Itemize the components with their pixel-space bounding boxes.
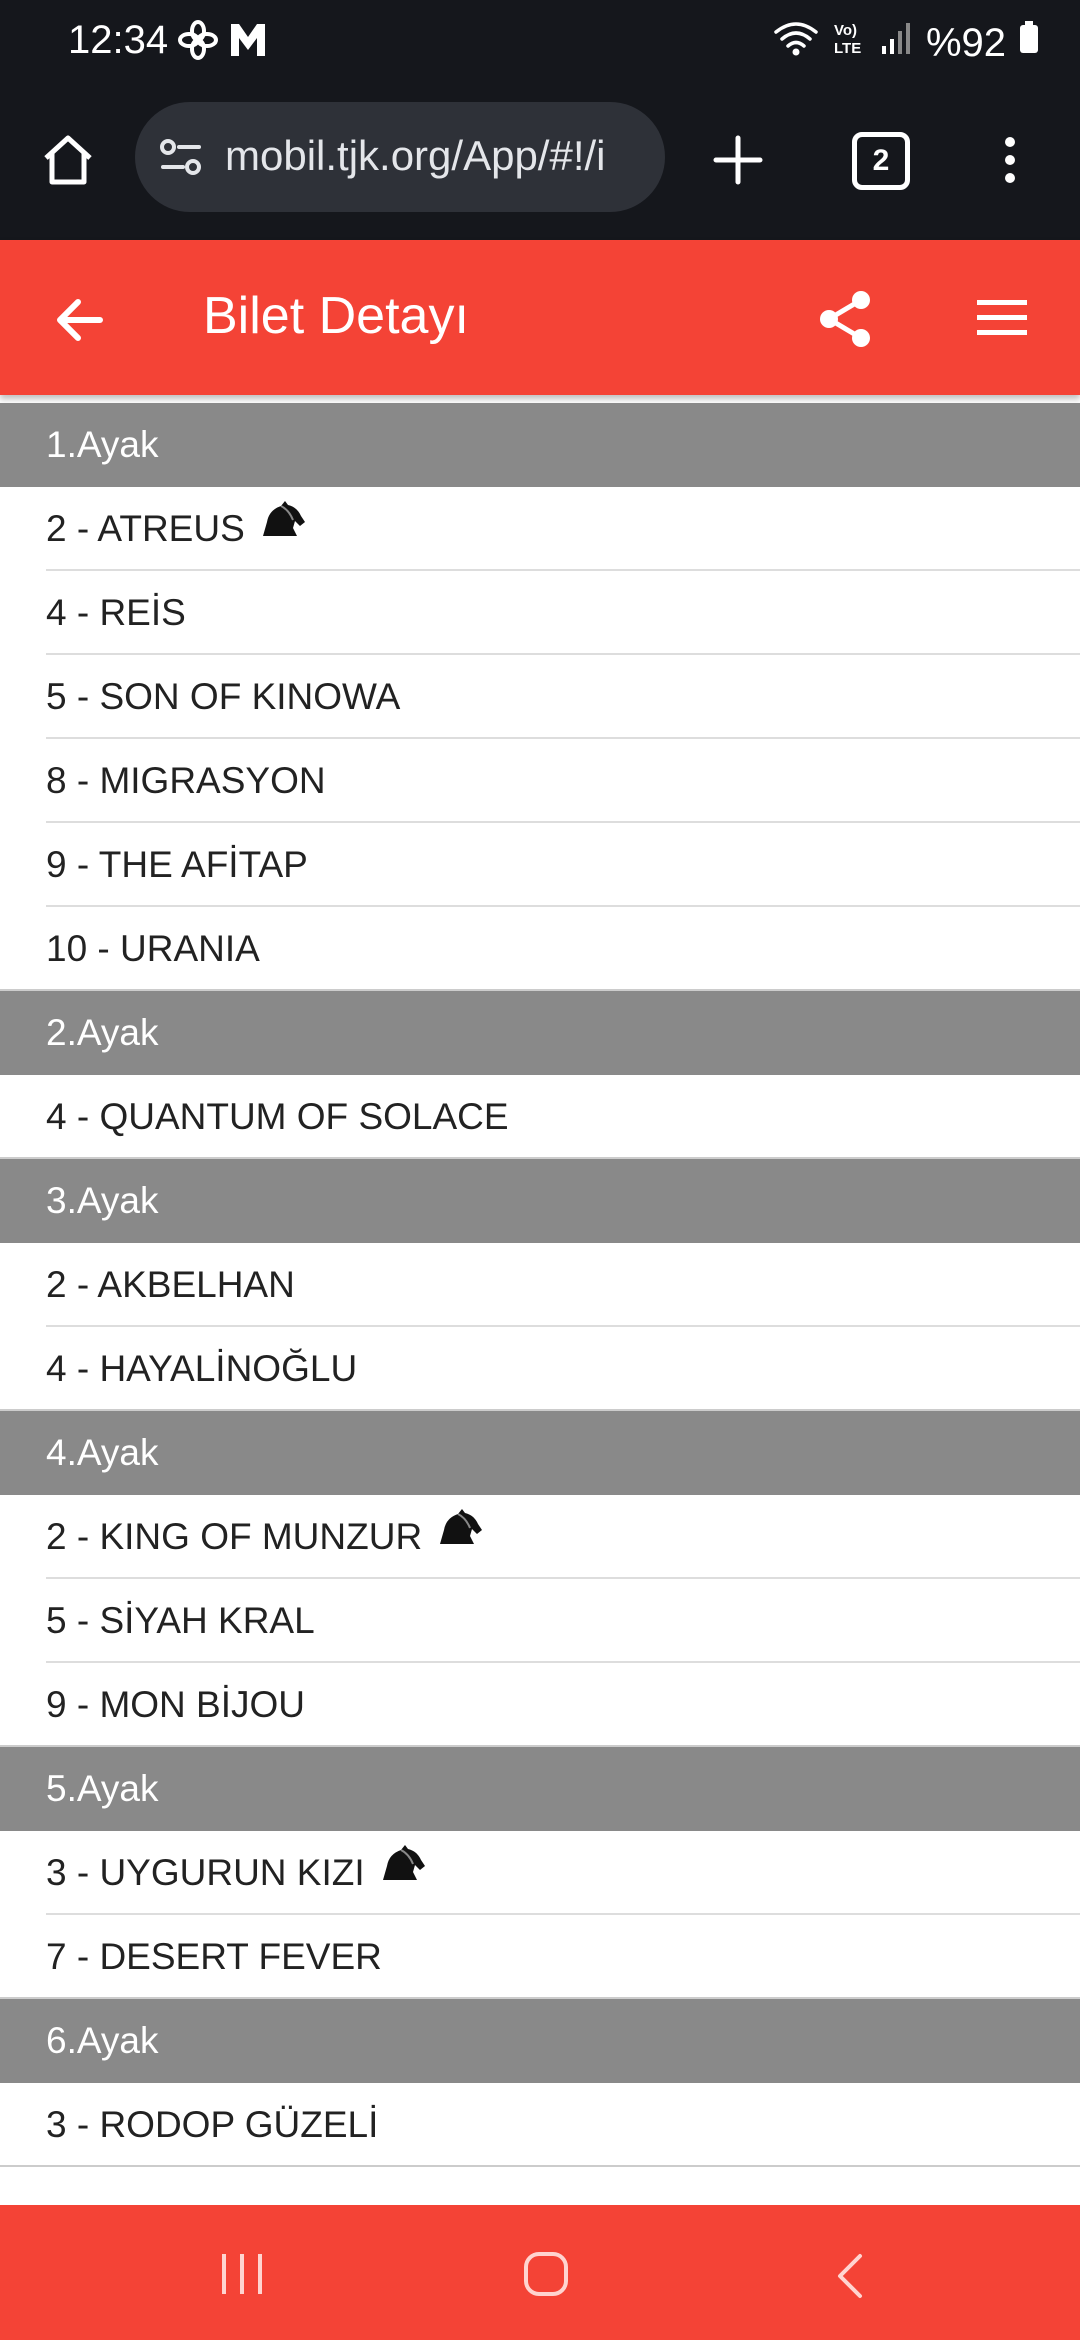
horse-row[interactable]: 10 - URANIA xyxy=(0,907,1080,991)
horse-row[interactable]: 4 - QUANTUM OF SOLACE xyxy=(0,1075,1080,1159)
hamburger-menu-icon[interactable] xyxy=(975,296,1029,340)
leg-header: 2.Ayak xyxy=(0,991,1080,1075)
horse-row[interactable]: 3 - UYGURUN KIZI xyxy=(0,1831,1080,1915)
horse-head-icon xyxy=(259,484,307,568)
gmail-icon xyxy=(228,20,268,65)
horse-row[interactable]: 2 - ATREUS xyxy=(0,487,1080,571)
horse-name: 3 - RODOP GÜZELİ xyxy=(46,2104,379,2145)
page-title: Bilet Detayı xyxy=(203,287,469,345)
horse-row[interactable]: 2 - KING OF MUNZUR xyxy=(0,1495,1080,1579)
horse-row[interactable]: 9 - MON BİJOU xyxy=(0,1663,1080,1747)
horse-row[interactable]: 2 - AKBELHAN xyxy=(0,1243,1080,1327)
battery-level: %92 xyxy=(925,20,1006,65)
horse-head-icon xyxy=(436,1492,484,1576)
leg-header: 1.Ayak xyxy=(0,403,1080,487)
horse-name: 5 - SON OF KINOWA xyxy=(46,676,401,717)
app-header: Bilet Detayı xyxy=(0,240,1080,395)
pinwheel-icon xyxy=(178,20,218,65)
row-divider xyxy=(0,1157,1080,1159)
svg-text:Vo): Vo) xyxy=(834,22,857,39)
address-bar[interactable]: mobil.tjk.org/App/#!/i xyxy=(135,102,665,212)
recents-icon[interactable] xyxy=(218,2252,268,2301)
horse-name: 9 - THE AFİTAP xyxy=(46,844,308,885)
share-icon[interactable] xyxy=(815,288,877,350)
horse-name: 8 - MIGRASYON xyxy=(46,760,326,801)
leg-header: 3.Ayak xyxy=(0,1159,1080,1243)
row-divider xyxy=(0,1745,1080,1747)
horse-name: 2 - AKBELHAN xyxy=(46,1264,295,1305)
leg-header: 4.Ayak xyxy=(0,1411,1080,1495)
home-icon[interactable] xyxy=(38,130,98,190)
ticket-leg-list: 1.Ayak 2 - ATREUS 4 - REİS 5 - SON OF KINOW… xyxy=(0,403,1080,2167)
more-vert-icon[interactable] xyxy=(990,128,1030,192)
horse-row[interactable]: 4 - HAYALİNOĞLU xyxy=(0,1327,1080,1411)
horse-name: 2 - ATREUS xyxy=(46,508,245,549)
plus-icon[interactable] xyxy=(706,128,770,192)
horse-name: 3 - UYGURUN KIZI xyxy=(46,1852,365,1893)
status-time: 12:34 xyxy=(68,18,169,62)
volte-icon: Vo) LTE xyxy=(832,18,868,68)
arrow-back-icon[interactable] xyxy=(50,290,110,350)
horse-row[interactable]: 9 - THE AFİTAP xyxy=(0,823,1080,907)
leg-header: 6.Ayak xyxy=(0,1999,1080,2083)
row-divider xyxy=(0,1997,1080,1999)
horse-name: 4 - HAYALİNOĞLU xyxy=(46,1348,358,1389)
system-nav-bar xyxy=(0,2205,1080,2340)
horse-name: 10 - URANIA xyxy=(46,928,260,969)
status-bar: 12:34 Vo) LTE %92 xyxy=(0,0,1080,88)
horse-row[interactable]: 5 - SİYAH KRAL xyxy=(0,1579,1080,1663)
wifi-icon xyxy=(772,18,820,68)
svg-text:LTE: LTE xyxy=(834,40,861,57)
tab-switcher-button[interactable]: 2 xyxy=(852,132,910,190)
leg-header: 5.Ayak xyxy=(0,1747,1080,1831)
horse-name: 4 - REİS xyxy=(46,592,186,633)
horse-row[interactable]: 8 - MIGRASYON xyxy=(0,739,1080,823)
tune-icon[interactable] xyxy=(157,132,207,187)
horse-name: 5 - SİYAH KRAL xyxy=(46,1600,315,1641)
horse-row[interactable]: 3 - RODOP GÜZELİ xyxy=(0,2083,1080,2167)
row-divider xyxy=(0,2165,1080,2167)
horse-row[interactable]: 7 - DESERT FEVER xyxy=(0,1915,1080,1999)
row-divider xyxy=(0,989,1080,991)
signal-icon xyxy=(880,18,914,68)
horse-row[interactable]: 5 - SON OF KINOWA xyxy=(0,655,1080,739)
horse-head-icon xyxy=(379,1828,427,1912)
home-outline-icon[interactable] xyxy=(522,2250,570,2303)
horse-name: 4 - QUANTUM OF SOLACE xyxy=(46,1096,509,1137)
horse-name: 9 - MON BİJOU xyxy=(46,1684,306,1725)
horse-row[interactable]: 4 - REİS xyxy=(0,571,1080,655)
horse-name: 7 - DESERT FEVER xyxy=(46,1936,382,1977)
browser-toolbar: mobil.tjk.org/App/#!/i 2 xyxy=(0,88,1080,240)
row-divider xyxy=(0,1409,1080,1411)
nav-back-icon[interactable] xyxy=(832,2252,868,2305)
horse-name: 2 - KING OF MUNZUR xyxy=(46,1516,423,1557)
url-text[interactable]: mobil.tjk.org/App/#!/i xyxy=(225,132,645,180)
battery-icon xyxy=(1018,18,1040,68)
